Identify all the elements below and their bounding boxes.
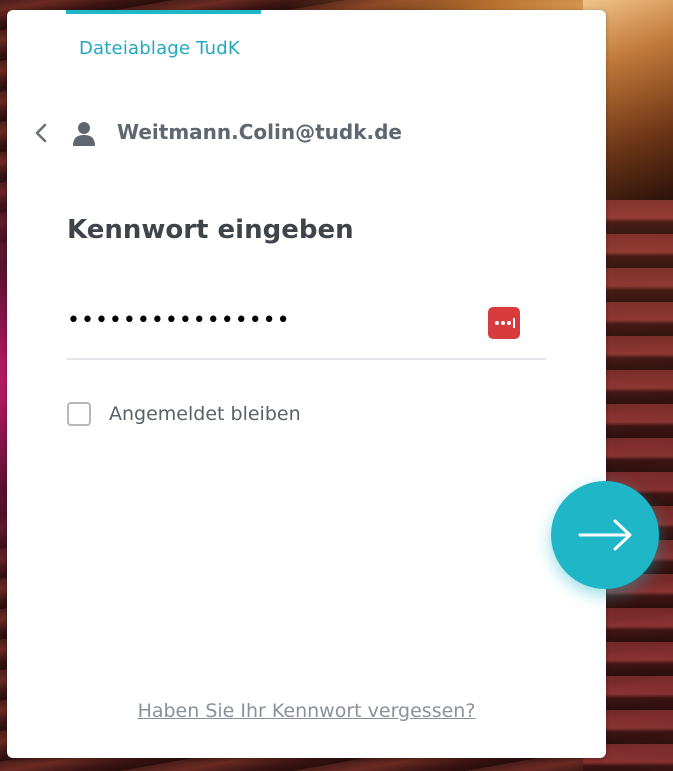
user-email: Weitmann.Colin@tudk.de	[117, 120, 402, 144]
login-card: Dateiablage TudK Weitmann.Colin@tudk.de …	[7, 10, 606, 758]
page-heading: Kennwort eingeben	[67, 215, 354, 245]
user-icon	[72, 121, 96, 147]
forgot-password-link[interactable]: Haben Sie Ihr Kennwort vergessen?	[7, 700, 606, 722]
password-manager-icon[interactable]	[488, 307, 520, 339]
next-button[interactable]	[551, 481, 659, 589]
arrow-right-icon	[578, 519, 632, 551]
chevron-left-icon	[35, 123, 47, 143]
password-input[interactable]: ••••••••••••••••	[67, 308, 291, 333]
app-title: Dateiablage TudK	[79, 38, 240, 59]
accent-bar	[66, 10, 261, 14]
remember-me-checkbox[interactable]	[67, 402, 91, 426]
back-button[interactable]	[31, 122, 53, 144]
remember-me-label: Angemeldet bleiben	[109, 403, 301, 425]
password-field-wrapper: ••••••••••••••••	[67, 300, 546, 360]
